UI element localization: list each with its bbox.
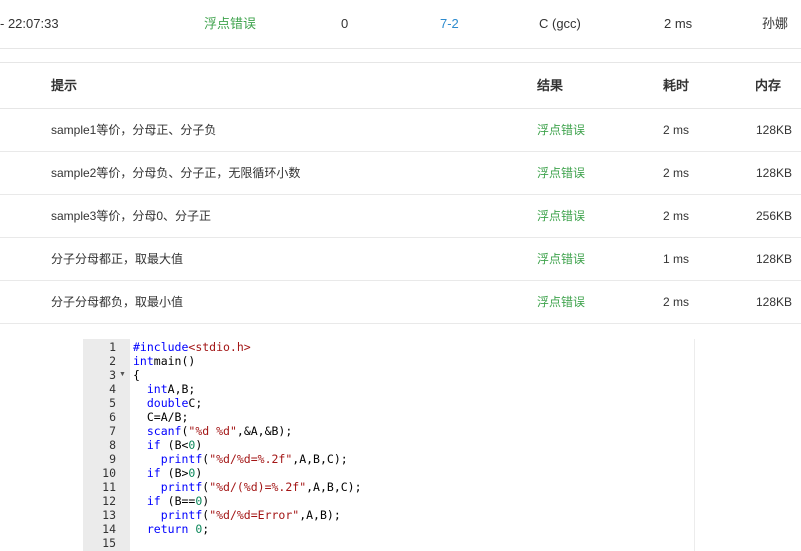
row-hint: sample2等价，分母负、分子正，无限循环小数 <box>51 166 301 180</box>
line-number: 4 <box>109 382 116 396</box>
line-number: 5 <box>109 396 116 410</box>
row-memory: 128KB <box>755 123 792 137</box>
submission-user[interactable]: 孙娜 <box>762 16 788 32</box>
submission-score: 0 <box>341 16 349 31</box>
row-hint: sample1等价，分母正、分子负 <box>51 123 217 137</box>
line-number: 6 <box>109 410 116 424</box>
line-number-gutter: 1 2 3 ▼ 4 5 6 7 8 9 10 11 12 13 14 15 <box>83 339 130 551</box>
table-row: sample3等价，分母0、分子正 浮点错误 2 ms 256KB <box>0 195 801 238</box>
line-number: 1 <box>109 340 116 354</box>
code-line: doubleC; <box>146 396 203 410</box>
code-line: printf("%d/%d=Error",A,B); <box>160 508 341 522</box>
submission-time-used: 2 ms <box>664 16 693 31</box>
code-line: { <box>133 368 140 382</box>
code-line: return 0; <box>146 522 210 536</box>
submission-time: - 22:07:33 <box>0 16 59 31</box>
line-number: 10 <box>102 466 116 480</box>
row-time: 1 ms <box>663 252 690 266</box>
code-line: scanf("%d %d",&A,&B); <box>146 424 293 438</box>
table-row: 分子分母都负，取最小值 浮点错误 2 ms 128KB <box>0 281 801 324</box>
code-line: C=A/B; <box>133 410 189 424</box>
code-line: intA,B; <box>146 382 196 396</box>
code-line: intmain() <box>133 354 196 368</box>
table-row: sample2等价，分母负、分子正，无限循环小数 浮点错误 2 ms 128KB <box>0 152 801 195</box>
test-case-table: 提示 结果 耗时 内存 sample1等价，分母正、分子负 浮点错误 2 ms … <box>0 62 801 324</box>
row-memory: 128KB <box>755 166 792 180</box>
header-result: 结果 <box>537 78 564 93</box>
line-number: 14 <box>102 522 116 536</box>
code-line: printf("%d/(%d)=%.2f",A,B,C); <box>160 480 362 494</box>
row-time: 2 ms <box>663 209 690 223</box>
row-result: 浮点错误 <box>537 295 586 309</box>
table-header: 提示 结果 耗时 内存 <box>0 62 801 109</box>
row-result: 浮点错误 <box>537 166 586 180</box>
row-result: 浮点错误 <box>537 252 586 266</box>
table-row: sample1等价，分母正、分子负 浮点错误 2 ms 128KB <box>0 109 801 152</box>
submission-language: C (gcc) <box>539 16 581 31</box>
code-line: if (B>0) <box>146 466 203 480</box>
row-time: 2 ms <box>663 123 690 137</box>
row-time: 2 ms <box>663 295 690 309</box>
code-editor[interactable]: 1 2 3 ▼ 4 5 6 7 8 9 10 11 12 13 14 15 #include<stdio.h>… <box>83 339 695 551</box>
code-line: if (B==0) <box>146 494 210 508</box>
header-time: 耗时 <box>663 78 690 93</box>
line-number: 12 <box>102 494 116 508</box>
line-number: 15 <box>102 536 116 550</box>
line-number: 7 <box>109 424 116 438</box>
line-number: 9 <box>109 452 116 466</box>
submission-row: - 22:07:33 浮点错误 0 7-2 C (gcc) 2 ms 孙娜 <box>0 0 801 49</box>
row-hint: sample3等价，分母0、分子正 <box>51 209 212 223</box>
row-result: 浮点错误 <box>537 209 586 223</box>
line-number: 13 <box>102 508 116 522</box>
line-number: 8 <box>109 438 116 452</box>
fold-arrow-icon[interactable]: ▼ <box>119 368 126 382</box>
row-memory: 256KB <box>755 209 792 223</box>
submission-status: 浮点错误 <box>204 16 257 31</box>
code-line: printf("%d/%d=%.2f",A,B,C); <box>160 452 348 466</box>
problem-link[interactable]: 7-2 <box>440 16 459 32</box>
row-hint: 分子分母都正，取最大值 <box>51 252 184 266</box>
row-memory: 128KB <box>755 252 792 266</box>
line-number: 2 <box>109 354 116 368</box>
header-hint: 提示 <box>51 78 78 93</box>
code-line: if (B<0) <box>146 438 203 452</box>
row-hint: 分子分母都负，取最小值 <box>51 295 184 309</box>
row-result: 浮点错误 <box>537 123 586 137</box>
line-number: 11 <box>102 480 116 494</box>
line-number: 3 <box>109 368 116 382</box>
header-memory: 内存 <box>755 78 782 93</box>
row-memory: 128KB <box>755 295 792 309</box>
code-line: #include<stdio.h> <box>133 340 251 354</box>
table-row: 分子分母都正，取最大值 浮点错误 1 ms 128KB <box>0 238 801 281</box>
row-time: 2 ms <box>663 166 690 180</box>
